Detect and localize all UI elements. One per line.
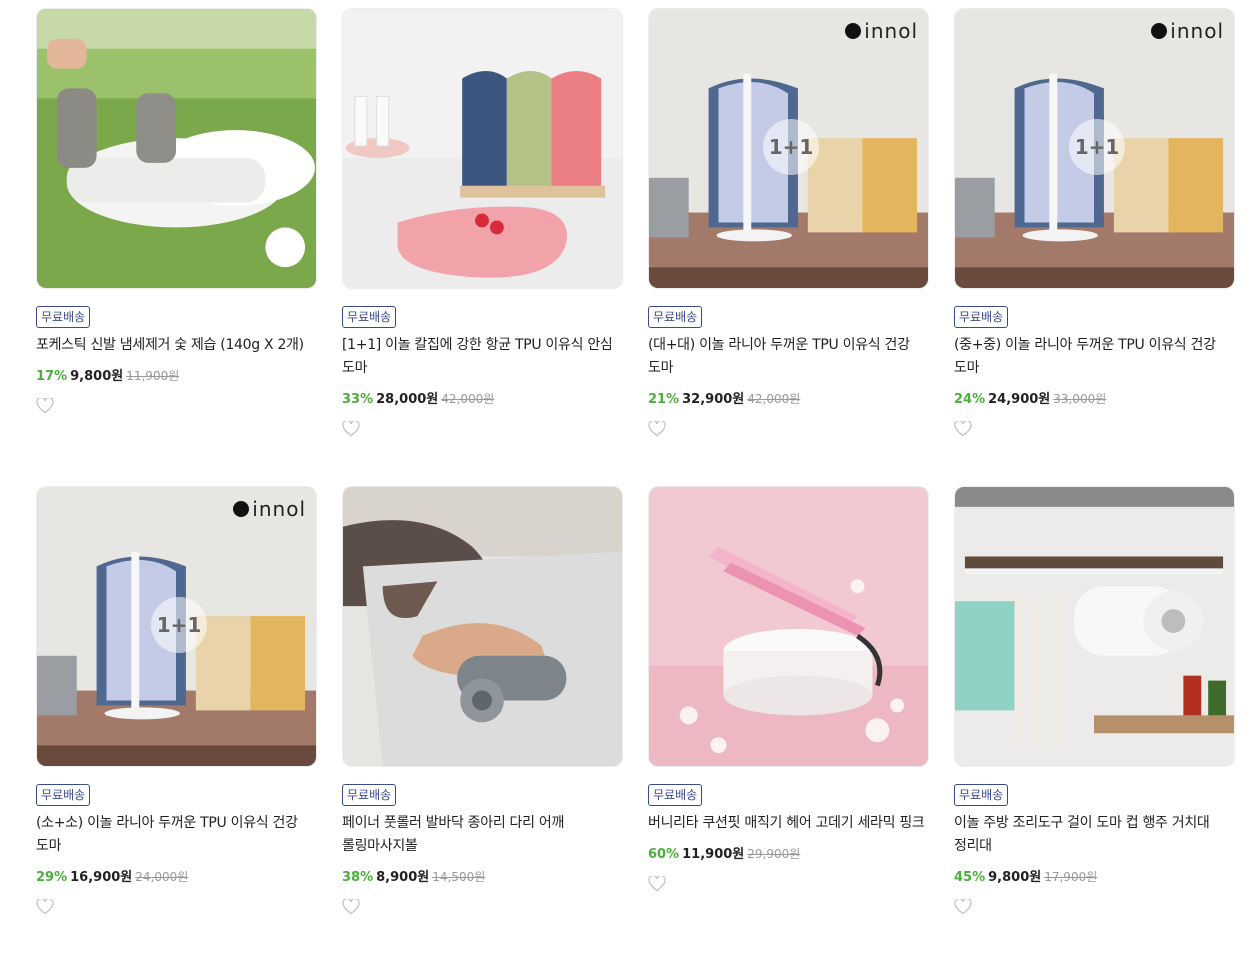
product-name[interactable]: 버니리타 쿠션핏 매직기 헤어 고데기 세라믹 핑크 bbox=[648, 812, 929, 835]
bundle-overlay: 1+1 bbox=[151, 597, 207, 653]
price-row: 45% 9,800원 17,900원 bbox=[954, 868, 1235, 887]
heart-outline-icon[interactable] bbox=[36, 899, 54, 915]
product-name[interactable]: 페이너 풋롤러 발바닥 종아리 다리 어깨 롤링마사지볼 bbox=[342, 812, 623, 858]
free-shipping-badge: 무료배송 bbox=[36, 784, 91, 806]
heart-outline-icon[interactable] bbox=[648, 876, 666, 892]
price-row: 17% 9,800원 11,900원 bbox=[36, 367, 317, 386]
product-name[interactable]: (중+중) 이놀 라니아 두꺼운 TPU 이유식 건강 도마 bbox=[954, 334, 1235, 380]
discount-rate: 45% bbox=[954, 870, 986, 885]
product-image[interactable] bbox=[648, 486, 929, 767]
price-row: 38% 8,900원 14,500원 bbox=[342, 868, 623, 887]
product-image[interactable]: innol 1+1 bbox=[36, 486, 317, 767]
discount-rate: 33% bbox=[342, 392, 374, 407]
heart-outline-icon[interactable] bbox=[954, 899, 972, 915]
heart-outline-icon[interactable] bbox=[342, 421, 360, 437]
free-shipping-badge: 무료배송 bbox=[648, 306, 703, 328]
product-image[interactable] bbox=[342, 8, 623, 289]
original-price: 14,500원 bbox=[432, 870, 486, 884]
product-image[interactable] bbox=[36, 8, 317, 289]
free-shipping-badge: 무료배송 bbox=[954, 784, 1009, 806]
original-price: 11,900원 bbox=[126, 369, 180, 383]
product-name[interactable]: (대+대) 이놀 라니아 두꺼운 TPU 이유식 건강 도마 bbox=[648, 334, 929, 380]
heart-outline-icon[interactable] bbox=[648, 421, 666, 437]
discount-rate: 29% bbox=[36, 870, 68, 885]
product-image[interactable]: innol 1+1 bbox=[648, 8, 929, 289]
product-image[interactable] bbox=[954, 486, 1235, 767]
sale-price: 11,900원 bbox=[682, 847, 745, 862]
price-row: 24% 24,900원 33,000원 bbox=[954, 390, 1235, 409]
heart-outline-icon[interactable] bbox=[342, 899, 360, 915]
bundle-overlay: 1+1 bbox=[763, 119, 819, 175]
discount-rate: 24% bbox=[954, 392, 986, 407]
free-shipping-badge: 무료배송 bbox=[36, 306, 91, 328]
original-price: 42,000원 bbox=[441, 392, 495, 406]
original-price: 24,000원 bbox=[135, 870, 189, 884]
original-price: 42,000원 bbox=[747, 392, 801, 406]
product-card[interactable]: innol 1+1 무료배송 (소+소) 이놀 라니아 두꺼운 TPU 이유식 … bbox=[36, 486, 317, 964]
sale-price: 16,900원 bbox=[70, 870, 133, 885]
product-card[interactable]: 무료배송 페이너 풋롤러 발바닥 종아리 다리 어깨 롤링마사지볼 38% 8,9… bbox=[342, 486, 623, 964]
sale-price: 28,000원 bbox=[376, 392, 439, 407]
free-shipping-badge: 무료배송 bbox=[954, 306, 1009, 328]
discount-rate: 17% bbox=[36, 369, 68, 384]
product-name[interactable]: [1+1] 이놀 칼집에 강한 항균 TPU 이유식 안심 도마 bbox=[342, 334, 623, 380]
discount-rate: 60% bbox=[648, 847, 680, 862]
price-row: 29% 16,900원 24,000원 bbox=[36, 868, 317, 887]
original-price: 17,900원 bbox=[1044, 870, 1098, 884]
product-card[interactable]: innol 1+1 무료배송 (대+대) 이놀 라니아 두꺼운 TPU 이유식 … bbox=[648, 8, 929, 486]
product-image[interactable] bbox=[342, 486, 623, 767]
original-price: 29,900원 bbox=[747, 847, 801, 861]
product-card[interactable]: 무료배송 [1+1] 이놀 칼집에 강한 항균 TPU 이유식 안심 도마 33… bbox=[342, 8, 623, 486]
product-card[interactable]: 무료배송 포케스틱 신발 냄세제거 숯 제습 (140g X 2개) 17% 9,… bbox=[36, 8, 317, 486]
product-card[interactable]: 무료배송 버니리타 쿠션핏 매직기 헤어 고데기 세라믹 핑크 60% 11,90… bbox=[648, 486, 929, 964]
product-card[interactable]: innol 1+1 무료배송 (중+중) 이놀 라니아 두꺼운 TPU 이유식 … bbox=[954, 8, 1235, 486]
product-name[interactable]: (소+소) 이놀 라니아 두꺼운 TPU 이유식 건강 도마 bbox=[36, 812, 317, 858]
brand-logo: innol bbox=[845, 19, 918, 43]
discount-rate: 21% bbox=[648, 392, 680, 407]
product-name[interactable]: 이놀 주방 조리도구 걸이 도마 컵 행주 거치대 정리대 bbox=[954, 812, 1235, 858]
product-name[interactable]: 포케스틱 신발 냄세제거 숯 제습 (140g X 2개) bbox=[36, 334, 317, 357]
sale-price: 8,900원 bbox=[376, 870, 430, 885]
sale-price: 9,800원 bbox=[988, 870, 1042, 885]
free-shipping-badge: 무료배송 bbox=[342, 784, 397, 806]
product-image[interactable]: innol 1+1 bbox=[954, 8, 1235, 289]
price-row: 21% 32,900원 42,000원 bbox=[648, 390, 929, 409]
heart-outline-icon[interactable] bbox=[954, 421, 972, 437]
discount-rate: 38% bbox=[342, 870, 374, 885]
free-shipping-badge: 무료배송 bbox=[648, 784, 703, 806]
price-row: 60% 11,900원 29,900원 bbox=[648, 845, 929, 864]
product-card[interactable]: 무료배송 이놀 주방 조리도구 걸이 도마 컵 행주 거치대 정리대 45% 9,… bbox=[954, 486, 1235, 964]
original-price: 33,000원 bbox=[1053, 392, 1107, 406]
brand-logo: innol bbox=[1151, 19, 1224, 43]
brand-logo: innol bbox=[233, 497, 306, 521]
sale-price: 24,900원 bbox=[988, 392, 1051, 407]
bundle-overlay: 1+1 bbox=[1069, 119, 1125, 175]
sale-price: 9,800원 bbox=[70, 369, 124, 384]
product-grid: 무료배송 포케스틱 신발 냄세제거 숯 제습 (140g X 2개) 17% 9,… bbox=[36, 8, 1235, 964]
price-row: 33% 28,000원 42,000원 bbox=[342, 390, 623, 409]
sale-price: 32,900원 bbox=[682, 392, 745, 407]
heart-outline-icon[interactable] bbox=[36, 398, 54, 414]
free-shipping-badge: 무료배송 bbox=[342, 306, 397, 328]
